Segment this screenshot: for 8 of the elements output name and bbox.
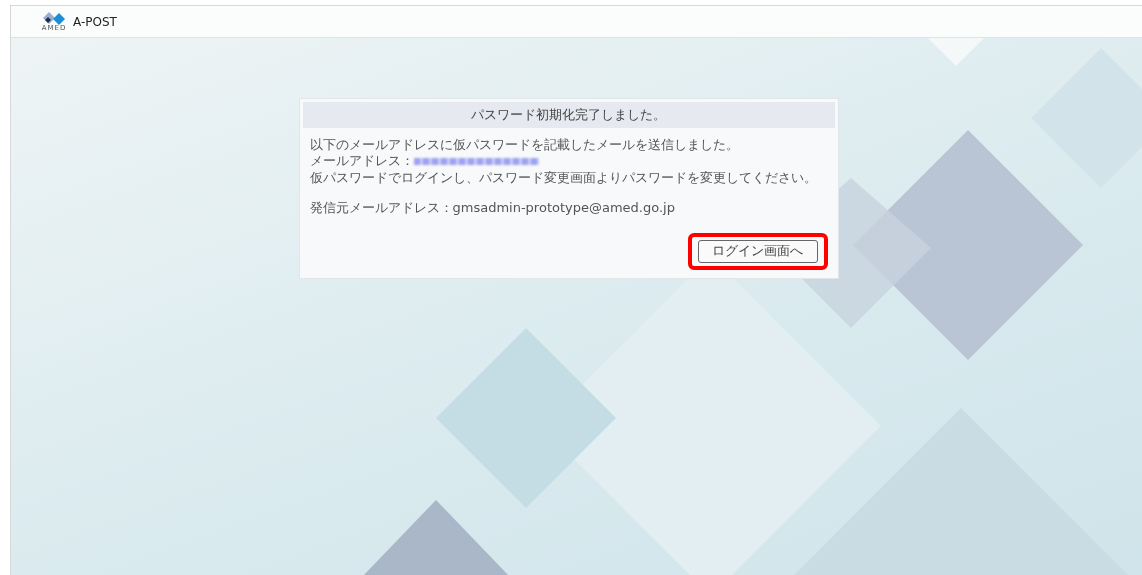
- sender-address: 発信元メールアドレス：gmsadmin-prototype@amed.go.jp: [309, 200, 676, 218]
- app-name: A-POST: [73, 13, 117, 31]
- email-label: メールアドレス：: [309, 153, 414, 169]
- dialog-title: パスワード初期化完了しました。: [302, 102, 835, 128]
- login-button[interactable]: ログイン画面へ: [697, 240, 818, 263]
- instruction-text: 仮パスワードでログインし、パスワード変更画面よりパスワードを変更してください。: [309, 170, 818, 188]
- message-text: 以下のメールアドレスに仮パスワードを記載したメールを送信しました。: [309, 136, 740, 154]
- logo-icon: [41, 11, 67, 25]
